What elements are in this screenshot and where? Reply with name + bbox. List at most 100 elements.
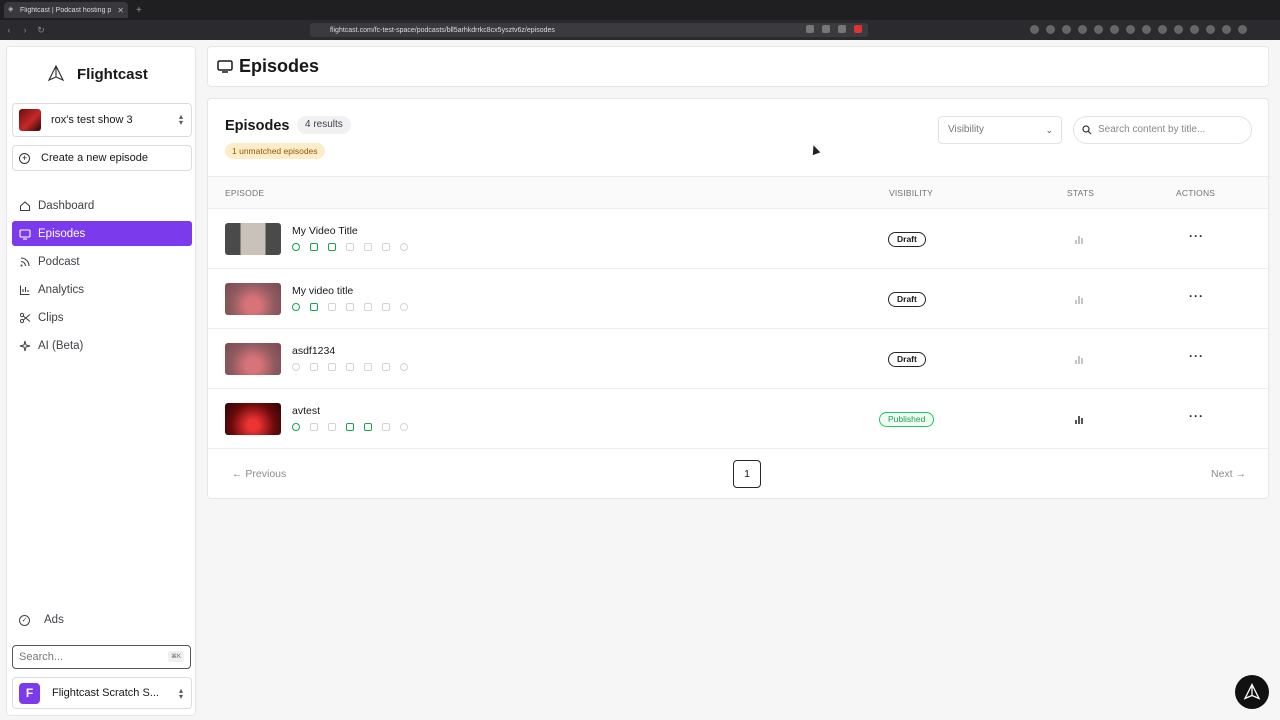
sidebar-item-podcast[interactable]: Podcast [12,249,192,274]
stats-icon[interactable] [1075,354,1085,364]
url-text: flightcast.com/fc-test-space/podcasts/bl… [330,26,555,34]
page-number-button[interactable]: 1 [733,460,761,488]
new-tab-icon[interactable]: + [136,5,142,16]
alert-icon[interactable] [854,25,862,33]
sidebar-item-ai[interactable]: AI (Beta) [12,333,192,358]
next-page-button[interactable]: Next → [1211,468,1246,480]
spotify-icon [400,243,408,251]
shield-icon[interactable] [838,25,846,33]
tab-close-icon[interactable]: ✕ [117,6,124,15]
image-icon [346,243,354,251]
column-header-actions: ACTIONS [1176,188,1216,198]
reload-icon[interactable]: ↻ [34,25,48,36]
video-icon [310,423,318,431]
sidebar-item-clips[interactable]: Clips [12,305,192,330]
spotify-icon [400,423,408,431]
zoom-icon[interactable] [806,25,814,33]
table-row[interactable]: My video title Draft ··· [208,269,1268,329]
extension-icon[interactable] [1238,25,1247,34]
episode-title[interactable]: My Video Title [292,225,358,237]
platform-indicators [292,363,408,371]
create-episode-label: Create a new episode [41,152,149,164]
scissors-icon [19,312,31,323]
browser-tab[interactable]: ◈ Flightcast | Podcast hosting p ✕ [4,2,128,18]
stats-icon[interactable] [1075,234,1085,244]
table-row[interactable]: My Video Title Draft ··· [208,209,1268,269]
more-actions-icon[interactable]: ··· [1189,409,1204,423]
extension-icon[interactable] [1062,25,1071,34]
extension-icon[interactable] [1222,25,1231,34]
sidebar-item-analytics[interactable]: Analytics [12,277,192,302]
episode-search-input[interactable]: Search content by title... [1073,116,1252,144]
forward-icon[interactable]: › [18,25,32,35]
show-name: rox's test show 3 [51,114,133,126]
extensions-bar [1030,25,1247,34]
more-actions-icon[interactable]: ··· [1189,229,1204,243]
bar-chart-icon [19,285,30,295]
extension-icon[interactable] [1110,25,1119,34]
chevron-down-icon: ⌄ [1045,125,1053,135]
image-icon [346,303,354,311]
show-artwork [19,109,41,131]
video-icon [310,363,318,371]
more-actions-icon[interactable]: ··· [1189,289,1204,303]
sidebar-search-input[interactable]: Search... ⌘K [12,645,191,669]
extension-icon[interactable] [1078,25,1087,34]
brand-logo[interactable]: Flightcast [47,65,148,83]
help-launcher-button[interactable] [1235,675,1269,709]
youtube-icon [382,303,390,311]
extension-icon[interactable] [1158,25,1167,34]
workspace-name: Flightcast Scratch S... [52,687,159,699]
browser-tab-bar: ◈ Flightcast | Podcast hosting p ✕ + [0,0,1280,20]
extension-icon[interactable] [1142,25,1151,34]
sidebar-item-dashboard[interactable]: Dashboard [12,193,192,218]
episode-title[interactable]: My video title [292,285,353,297]
tv-icon [217,60,233,73]
extension-icon[interactable] [1030,25,1039,34]
back-icon[interactable]: ‹ [2,25,16,35]
episode-title[interactable]: asdf1234 [292,345,335,357]
episode-thumbnail [225,343,281,375]
sidebar-item-label: Dashboard [38,199,95,212]
search-placeholder: Search... [19,651,64,663]
chevron-updown-icon: ▴ ▾ [178,112,183,127]
extension-icon[interactable] [1046,25,1055,34]
extension-icon[interactable] [1094,25,1103,34]
unmatched-episodes-badge[interactable]: 1 unmatched episodes [225,143,325,159]
extension-icon[interactable] [1126,25,1135,34]
headphones-icon [292,303,300,311]
table-row[interactable]: asdf1234 Draft ··· [208,329,1268,389]
flightcast-logo-icon [47,65,65,82]
workspace-selector[interactable]: F Flightcast Scratch S... ▴ ▾ [12,677,192,709]
stats-icon[interactable] [1075,294,1085,304]
sidebar-item-label: AI (Beta) [38,339,84,352]
platform-indicators [292,303,408,311]
visibility-placeholder: Visibility [948,124,984,135]
rss-icon [364,243,372,251]
sidebar-item-label: Analytics [38,283,85,296]
sparkles-icon [19,340,31,351]
more-actions-icon[interactable]: ··· [1189,349,1204,363]
share-icon[interactable] [822,25,830,33]
tv-icon [328,303,336,311]
extension-icon[interactable] [1190,25,1199,34]
create-episode-button[interactable]: + Create a new episode [12,145,192,171]
image-icon [346,423,354,431]
visibility-filter-select[interactable]: Visibility ⌄ [938,116,1062,144]
sidebar-item-episodes[interactable]: Episodes [12,221,192,246]
previous-page-button[interactable]: ← Previous [232,468,286,480]
extension-icon[interactable] [1174,25,1183,34]
sidebar-item-ads[interactable]: ✓ Ads [19,614,64,626]
flightcast-logo-icon [1243,683,1261,700]
table-row[interactable]: avtest Published ··· [208,389,1268,449]
workspace-avatar: F [19,682,40,704]
show-selector[interactable]: rox's test show 3 ▴ ▾ [12,103,192,137]
search-icon [1082,125,1092,135]
sidebar-item-label: Podcast [38,255,80,268]
url-bar[interactable]: flightcast.com/fc-test-space/podcasts/bl… [310,23,868,37]
video-icon [310,303,318,311]
extension-icon[interactable] [1206,25,1215,34]
episode-title[interactable]: avtest [292,405,320,417]
status-badge: Draft [888,232,926,247]
stats-icon[interactable] [1075,414,1085,424]
